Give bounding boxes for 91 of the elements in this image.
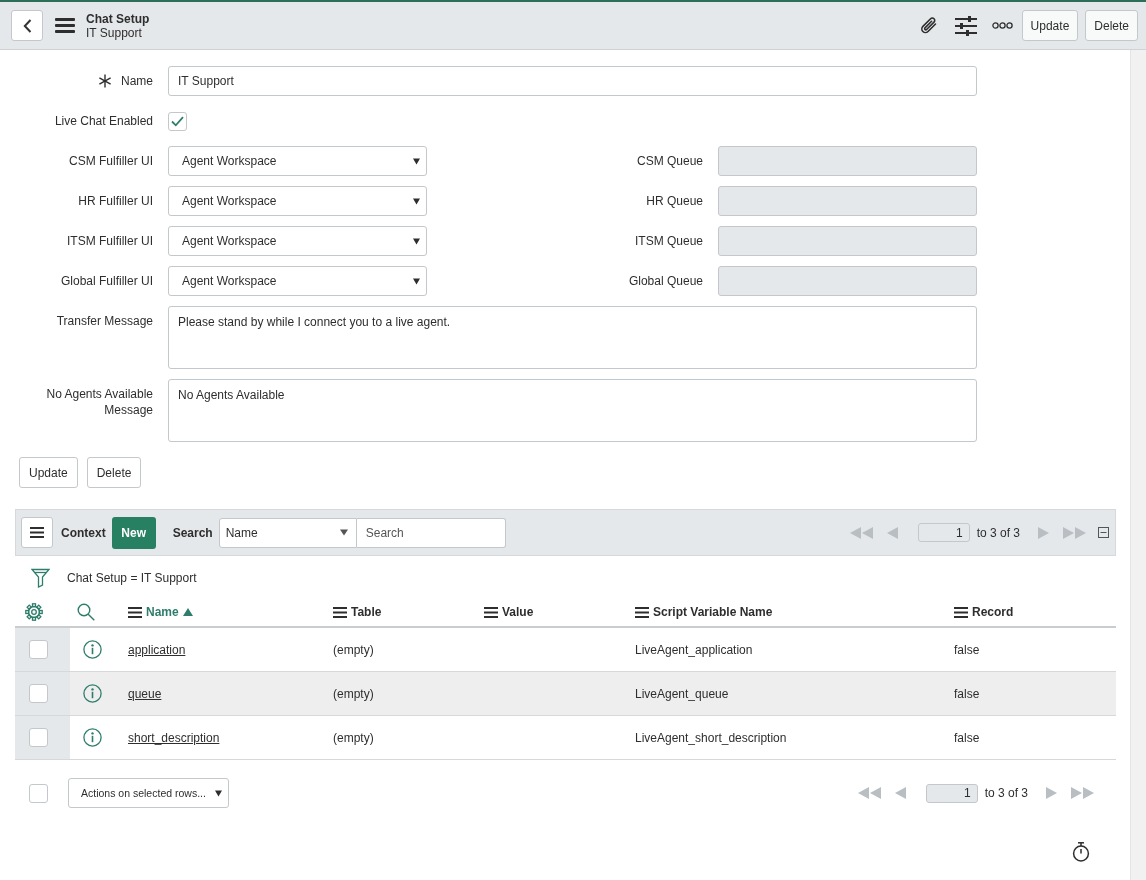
field-label: Live Chat Enabled: [54, 114, 153, 128]
header-button[interactable]: Delete: [1085, 10, 1138, 41]
info-icon[interactable]: [83, 684, 102, 703]
record-text: false: [954, 642, 980, 657]
stopwatch-icon[interactable]: [1072, 842, 1090, 862]
menu-icon[interactable]: [55, 18, 75, 33]
script-variable-text: LiveAgent_short_description: [635, 730, 787, 745]
table-row[interactable]: queue (empty) LiveAgent_queue false: [15, 672, 1116, 716]
column-menu-icon[interactable]: [635, 606, 649, 618]
collapse-icon[interactable]: [1098, 527, 1109, 538]
caret-icon: [413, 277, 420, 285]
caret-icon: [339, 529, 348, 536]
field-label: Transfer Message: [56, 313, 153, 329]
actions-select[interactable]: Actions on selected rows...: [68, 778, 229, 808]
select-field[interactable]: Agent Workspace: [168, 186, 427, 216]
column-menu-icon[interactable]: [128, 606, 142, 618]
table-row[interactable]: application (empty) LiveAgent_application false: [15, 628, 1116, 672]
search-field[interactable]: Search: [356, 517, 506, 548]
more-icon[interactable]: [991, 22, 1013, 29]
search-icon[interactable]: [77, 603, 95, 621]
chevron-left-icon: [22, 18, 32, 33]
caret-icon: [215, 789, 222, 797]
settings-icon[interactable]: [25, 603, 43, 621]
field-label: CSM Fulfiller UI: [69, 154, 153, 168]
table-text: (empty): [333, 730, 374, 745]
search-column-select[interactable]: Name: [218, 517, 357, 548]
script-variable-text: LiveAgent_application: [635, 642, 753, 657]
form-button[interactable]: Delete: [86, 457, 142, 488]
field-label: HR Fulfiller UI: [78, 194, 153, 208]
scrollbar[interactable]: [1130, 50, 1146, 880]
back-button[interactable]: [11, 10, 43, 41]
checkbox[interactable]: [29, 640, 48, 659]
field-label: Name: [121, 74, 153, 88]
select-field[interactable]: Agent Workspace: [168, 266, 427, 296]
field-label: HR Queue: [646, 194, 703, 208]
info-icon[interactable]: [83, 728, 102, 747]
page-range-text: to 3 of 3: [984, 786, 1028, 800]
info-icon[interactable]: [83, 640, 102, 659]
caret-icon: [413, 237, 420, 245]
context-label: Context: [61, 525, 106, 540]
record-link[interactable]: application: [128, 642, 186, 657]
column-menu-icon[interactable]: [484, 606, 498, 618]
field-label: CSM Queue: [636, 154, 703, 168]
header-button[interactable]: Update: [1021, 10, 1079, 41]
checkbox[interactable]: [168, 111, 187, 131]
page-input[interactable]: 1: [925, 783, 978, 803]
table-text: (empty): [333, 686, 374, 701]
funnel-icon[interactable]: [31, 568, 50, 588]
filter-breadcrumb[interactable]: Chat Setup = IT Support: [67, 571, 197, 585]
record-link[interactable]: queue: [128, 686, 162, 701]
checkbox[interactable]: [29, 728, 48, 747]
column-header[interactable]: Name: [128, 605, 193, 619]
column-header[interactable]: Value: [484, 605, 534, 619]
record-text: false: [954, 686, 980, 701]
script-variable-text: LiveAgent_queue: [635, 686, 729, 701]
page-input[interactable]: 1: [917, 523, 970, 542]
select-field[interactable]: Agent Workspace: [168, 226, 427, 256]
column-menu-icon[interactable]: [333, 606, 347, 618]
caret-icon: [413, 157, 420, 165]
checkbox[interactable]: [29, 684, 48, 703]
record-text: false: [954, 730, 980, 745]
table-text: (empty): [333, 642, 374, 657]
field-label: Global Fulfiller UI: [60, 274, 153, 288]
paperclip-icon[interactable]: [918, 15, 939, 36]
column-header[interactable]: Table: [333, 605, 382, 619]
field-label: Global Queue: [628, 274, 703, 288]
column-menu-icon[interactable]: [954, 606, 968, 618]
column-header[interactable]: Script Variable Name: [635, 605, 773, 619]
menu-icon: [30, 527, 44, 538]
page-range-text: to 3 of 3: [976, 525, 1020, 540]
check-icon: [171, 115, 184, 127]
text-area[interactable]: No Agents Available: [168, 379, 977, 442]
field-label: ITSM Fulfiller UI: [67, 234, 153, 248]
select-all-checkbox[interactable]: [29, 783, 48, 803]
header-title: Chat Setup: [86, 11, 150, 26]
table-row[interactable]: short_description (empty) LiveAgent_short_description false: [15, 716, 1116, 760]
sort-ascending-icon: [182, 608, 193, 616]
new-button[interactable]: New: [111, 516, 156, 549]
header-subtitle: IT Support: [86, 25, 142, 40]
field-label: No Agents Available Message: [45, 386, 153, 418]
record-link[interactable]: short_description: [128, 730, 220, 745]
text-area[interactable]: Please stand by while I connect you to a live agent.: [168, 306, 977, 369]
column-header[interactable]: Record: [954, 605, 1014, 619]
select-field[interactable]: Agent Workspace: [168, 146, 427, 176]
caret-icon: [413, 197, 420, 205]
list-menu-button[interactable]: [21, 517, 53, 548]
sliders-icon[interactable]: [954, 15, 977, 36]
field-label: ITSM Queue: [634, 234, 703, 248]
name-field[interactable]: IT Support: [168, 66, 977, 96]
form-button[interactable]: Update: [19, 457, 78, 488]
search-label: Search: [172, 525, 213, 540]
